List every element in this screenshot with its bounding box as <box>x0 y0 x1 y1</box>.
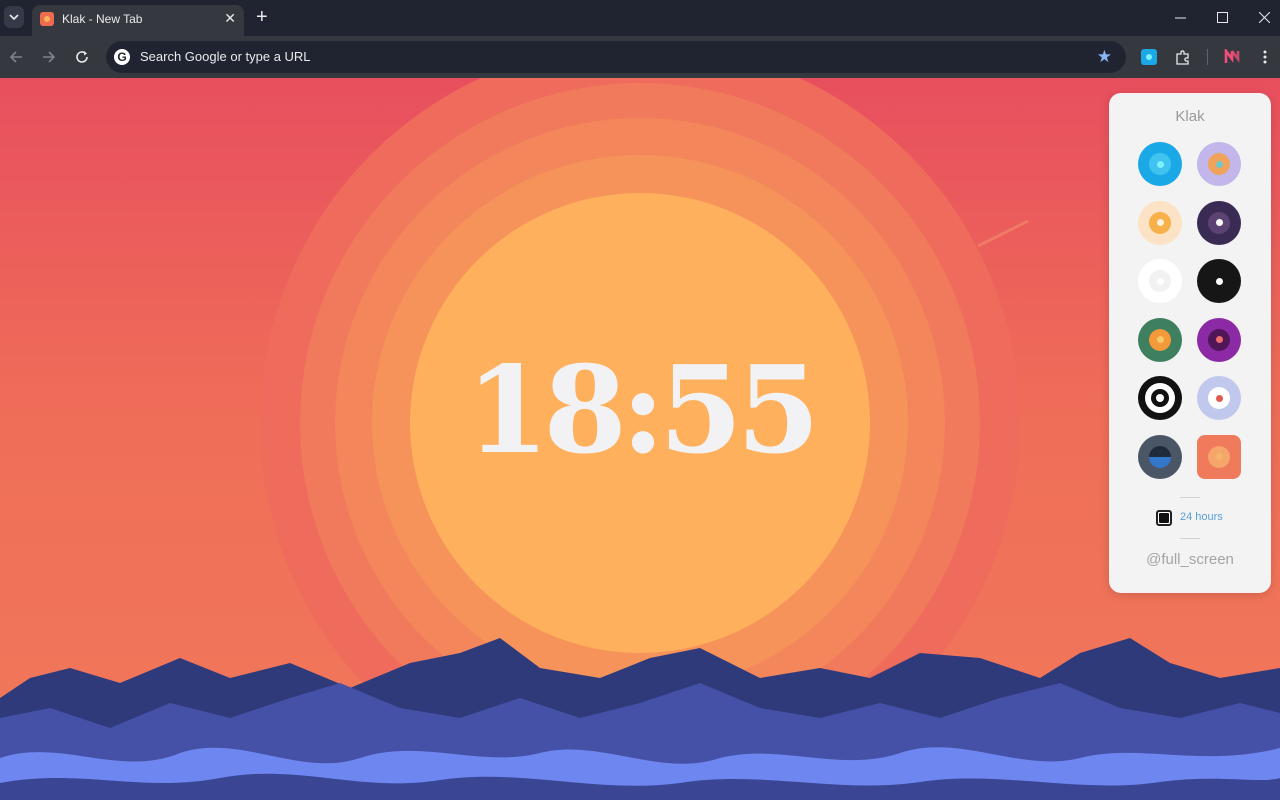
theme-swatch-purple[interactable] <box>1197 317 1241 362</box>
new-tab-page: 18:55 Klak 24 hours @full_screen <box>0 78 1280 800</box>
close-icon <box>1258 11 1270 23</box>
back-button[interactable] <box>5 46 27 68</box>
24-hours-checkbox[interactable] <box>1156 510 1172 526</box>
n-logo-icon <box>1224 49 1240 63</box>
minimize-icon <box>1174 17 1186 18</box>
bookmark-star-icon[interactable]: ★ <box>1097 47 1112 67</box>
divider-bottom <box>1180 538 1200 539</box>
browser-toolbar: G Search Google or type a URL ★ <box>0 36 1280 78</box>
chevron-down-icon <box>9 14 19 21</box>
toolbar-divider <box>1207 49 1208 65</box>
new-tab-button[interactable]: + <box>256 7 268 27</box>
fullscreen-link[interactable]: @full_screen <box>1109 551 1271 568</box>
reload-button[interactable] <box>71 46 93 68</box>
theme-swatch-slate[interactable] <box>1138 434 1182 479</box>
theme-swatch-peach[interactable] <box>1138 200 1182 245</box>
address-bar-placeholder: Search Google or type a URL <box>140 49 311 64</box>
extensions-button[interactable] <box>1174 48 1192 66</box>
theme-swatch-periwinkle[interactable] <box>1197 376 1241 420</box>
tab-search-button[interactable] <box>4 6 24 28</box>
theme-swatch-target[interactable] <box>1138 376 1182 420</box>
maximize-icon <box>1216 11 1228 23</box>
more-vert-icon <box>1263 50 1267 64</box>
klak-favicon-icon <box>40 12 54 26</box>
browser-menu-button[interactable] <box>1256 48 1274 66</box>
reload-icon <box>76 51 88 63</box>
theme-panel: Klak 24 hours @full_screen <box>1109 93 1271 593</box>
extension-klak-button[interactable] <box>1140 48 1158 66</box>
theme-swatch-coral[interactable] <box>1197 434 1241 479</box>
close-window-button[interactable] <box>1252 6 1276 28</box>
theme-swatch-black[interactable] <box>1197 259 1241 303</box>
theme-swatch-plum[interactable] <box>1197 200 1241 245</box>
close-tab-icon[interactable]: ✕ <box>224 10 236 26</box>
browser-tab[interactable]: Klak - New Tab ✕ <box>32 5 244 36</box>
profile-extension-button[interactable] <box>1223 48 1241 66</box>
theme-swatch-green[interactable] <box>1138 317 1182 362</box>
arrow-left-icon <box>9 51 22 63</box>
puzzle-icon <box>1176 50 1189 65</box>
theme-swatch-lavender[interactable] <box>1197 142 1241 186</box>
tab-strip: Klak - New Tab ✕ + <box>0 0 1280 36</box>
shooting-star <box>977 219 1029 248</box>
24-hours-label[interactable]: 24 hours <box>1180 511 1223 523</box>
clock-time: 18:55 <box>465 340 820 481</box>
panel-title: Klak <box>1175 108 1205 125</box>
google-icon: G <box>114 49 130 65</box>
klak-extension-icon <box>1141 49 1157 65</box>
theme-swatch-blue[interactable] <box>1138 142 1182 186</box>
arrow-right-icon <box>43 51 56 63</box>
theme-swatch-white[interactable] <box>1138 259 1182 303</box>
forward-button[interactable] <box>38 46 60 68</box>
minimize-button[interactable] <box>1168 6 1192 28</box>
address-bar[interactable]: G Search Google or type a URL ★ <box>106 41 1126 73</box>
divider-top <box>1180 497 1200 498</box>
tab-title: Klak - New Tab <box>62 12 143 26</box>
maximize-button[interactable] <box>1210 6 1234 28</box>
